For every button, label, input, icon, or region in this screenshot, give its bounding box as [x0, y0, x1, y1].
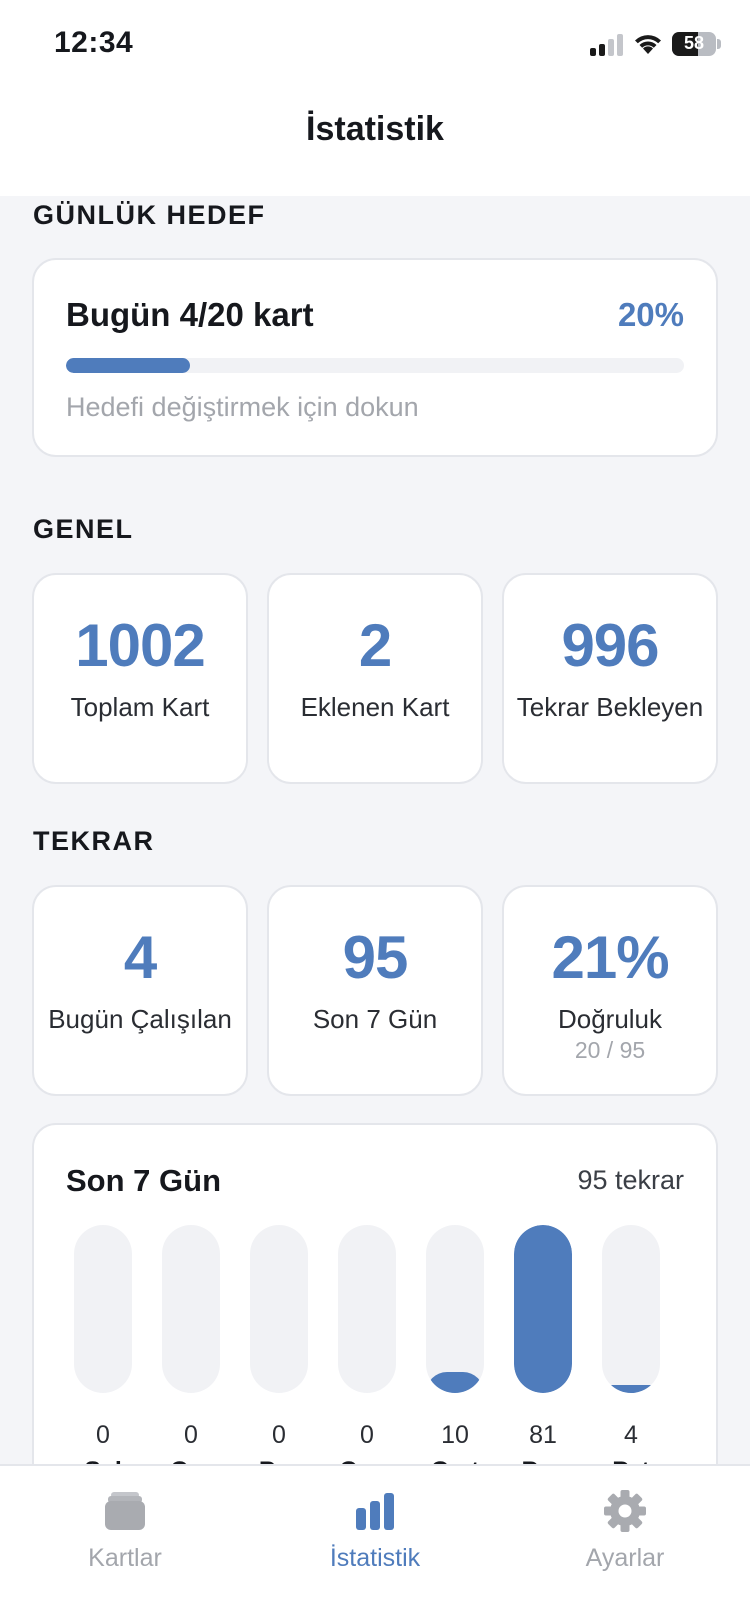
stat-card-total-cards: 1002 Toplam Kart [32, 573, 248, 784]
stat-label: Doğruluk [557, 1004, 663, 1034]
stat-card-last-7-days: 95 Son 7 Gün [267, 885, 483, 1096]
bar-fill [514, 1225, 572, 1393]
bar-track [74, 1225, 132, 1393]
bar-chart-icon [356, 1493, 394, 1530]
stat-label: Son 7 Gün [312, 1004, 438, 1034]
bar-track [514, 1225, 572, 1393]
stat-value: 2 [358, 612, 392, 679]
daily-goal-hint: Hedefi değiştirmek için dokun [66, 392, 419, 422]
bar-track [426, 1225, 484, 1393]
bar-fill [602, 1385, 660, 1393]
battery-icon: 58 [672, 32, 716, 56]
stat-label: Tekrar Bekleyen [516, 692, 704, 722]
section-title-review: TEKRAR [33, 826, 155, 856]
bar-value-label: 0 [272, 1421, 286, 1449]
battery-tip [717, 39, 721, 49]
bar-track [338, 1225, 396, 1393]
section-title-daily-goal: GÜNLÜK HEDEF [33, 200, 266, 230]
bar-value-label: 4 [624, 1421, 638, 1449]
daily-goal-percent: 20% [617, 296, 684, 333]
bar-track [602, 1225, 660, 1393]
daily-goal-title: Bugün 4/20 kart [66, 296, 314, 333]
daily-goal-progress-bar [66, 358, 684, 373]
status-bar: 12:34 58 [0, 0, 750, 90]
wifi-icon [635, 35, 661, 54]
page-title: İstatistik [306, 110, 444, 148]
last-7-days-title: Son 7 Gün [66, 1163, 221, 1198]
section-title-general: GENEL [33, 514, 134, 544]
navigation-header: İstatistik [0, 90, 750, 196]
stat-value: 996 [561, 612, 659, 679]
tab-cards[interactable]: Kartlar [0, 1466, 250, 1586]
daily-goal-card[interactable]: Bugün 4/20 kart 20% Hedefi değiştirmek i… [32, 258, 718, 457]
cards-icon [105, 1492, 145, 1530]
stat-value: 4 [123, 924, 157, 991]
stat-value: 95 [342, 924, 409, 991]
stat-card-studied-today: 4 Bugün Çalışılan [32, 885, 248, 1096]
stat-label: Eklenen Kart [300, 692, 450, 722]
stat-label: Toplam Kart [70, 692, 210, 722]
accuracy-detail: 20 / 95 [574, 1037, 646, 1063]
tab-label: Ayarlar [585, 1544, 665, 1572]
stat-value: 1002 [75, 612, 205, 679]
daily-goal-progress-fill [66, 358, 190, 373]
bar-value-label: 0 [184, 1421, 198, 1449]
stat-label: Bugün Çalışılan [48, 1004, 232, 1034]
tab-settings[interactable]: Ayarlar [500, 1466, 750, 1586]
battery-level: 58 [683, 33, 705, 53]
tab-bar: Kartlar İstatistik Ayarlar [0, 1464, 750, 1624]
status-time: 12:34 [54, 26, 134, 59]
bar-value-label: 0 [360, 1421, 374, 1449]
cellular-signal-icon [590, 34, 626, 56]
bar-fill [426, 1372, 484, 1393]
bar-track [162, 1225, 220, 1393]
bar-value-label: 10 [441, 1421, 469, 1449]
tab-statistics[interactable]: İstatistik [250, 1466, 500, 1586]
gear-icon [604, 1490, 646, 1532]
stat-card-pending-review: 996 Tekrar Bekleyen [502, 573, 718, 784]
bar-value-label: 81 [529, 1421, 557, 1449]
stat-card-accuracy: 21% Doğruluk 20 / 95 [502, 885, 718, 1096]
last-7-days-total: 95 tekrar [577, 1165, 684, 1195]
bar-value-label: 0 [96, 1421, 110, 1449]
stat-value: 21% [551, 924, 669, 991]
bar-track [250, 1225, 308, 1393]
stat-card-added-cards: 2 Eklenen Kart [267, 573, 483, 784]
tab-label: Kartlar [88, 1544, 162, 1572]
tab-label: İstatistik [329, 1544, 421, 1572]
